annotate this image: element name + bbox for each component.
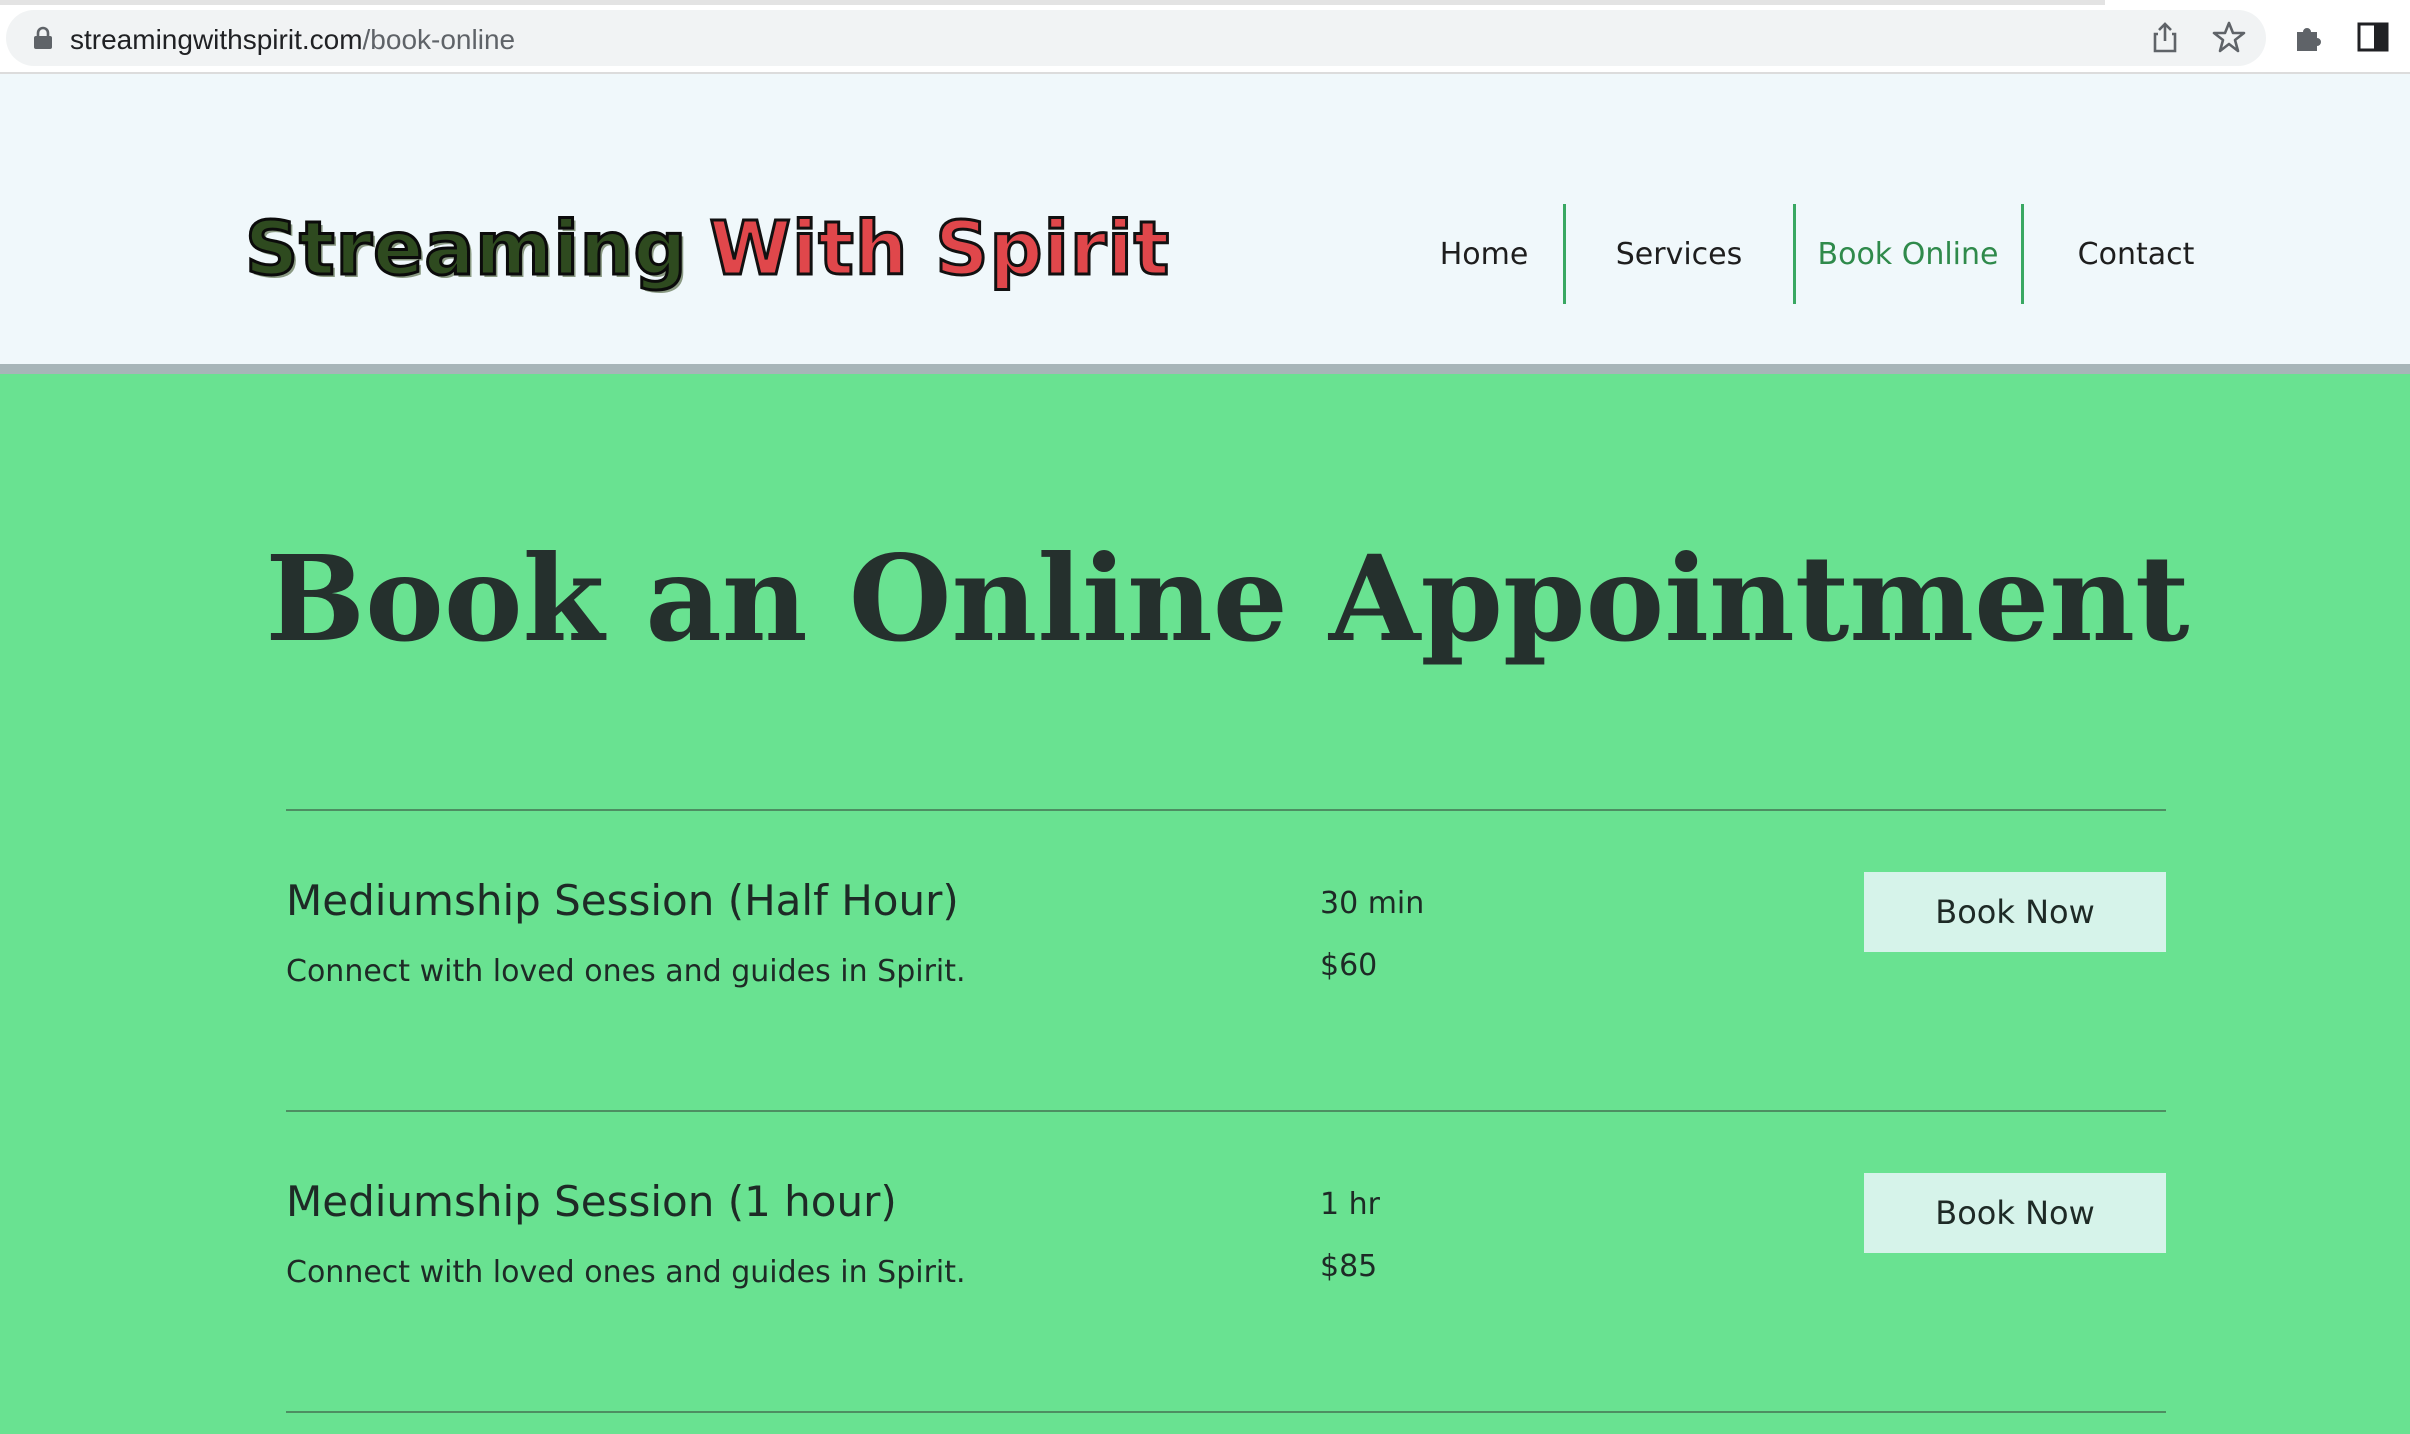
header-divider [0,364,2410,374]
url-path: /book-online [362,24,516,55]
nav-item-contact[interactable]: Contact [2022,204,2250,304]
page-title: Book an Online Appointment [265,529,2190,668]
logo-text-with-spirit: With Spirit [708,206,1171,292]
share-icon[interactable] [2148,20,2182,54]
service-description: Connect with loved ones and guides in Sp… [286,1255,966,1290]
divider [286,1110,2166,1112]
divider [286,809,2166,811]
logo-text-streaming: Streaming [243,206,688,292]
lock-icon[interactable] [32,26,54,50]
nav-item-services[interactable]: Services [1565,204,1793,304]
url-field[interactable]: streamingwithspirit.com/book-online [6,10,2266,66]
service-price: $60 [1320,948,1378,983]
service-name[interactable]: Mediumship Session (Half Hour) [286,876,959,925]
service-name[interactable]: Mediumship Session (1 hour) [286,1177,897,1226]
page-load-progress [0,0,2105,5]
service-description: Connect with loved ones and guides in Sp… [286,954,966,989]
url-text[interactable]: streamingwithspirit.com/book-online [70,24,515,56]
star-icon[interactable] [2212,20,2246,54]
nav-item-book-online[interactable]: Book Online [1794,204,2022,304]
service-duration: 30 min [1320,886,1425,921]
book-now-button[interactable]: Book Now [1864,1173,2166,1253]
service-item: Mediumship Session (Half Hour) Connect w… [286,872,2166,1056]
book-now-button[interactable]: Book Now [1864,872,2166,952]
service-item: Mediumship Session (1 hour) Connect with… [286,1173,2166,1357]
extensions-icon[interactable] [2292,20,2326,54]
browser-address-bar: streamingwithspirit.com/book-online [0,0,2410,74]
url-host: streamingwithspirit.com [70,24,363,55]
service-duration: 1 hr [1320,1187,1380,1222]
service-price: $85 [1320,1249,1378,1284]
site-logo[interactable]: Streaming With Spirit [243,211,1170,288]
divider [286,1411,2166,1413]
side-panel-icon[interactable] [2356,20,2390,54]
